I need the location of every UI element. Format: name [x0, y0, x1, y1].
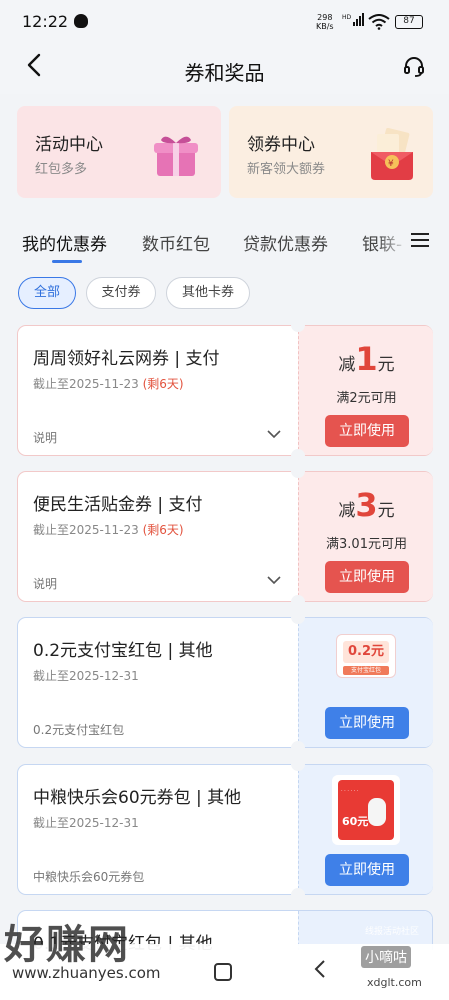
coupon-info: 中粮快乐会60元券包 | 其他 截止至2025-12-31 中粮快乐会60元券包 [18, 765, 297, 894]
alipay-red-packet-image: 0.2元 支付宝红包 [336, 634, 396, 678]
chevron-down-icon[interactable] [266, 426, 282, 442]
promo-title: 活动中心 [35, 135, 103, 155]
watermark-badge: 线报活动社区 小嘀咕 xdglt.com [355, 922, 449, 994]
use-now-button[interactable]: 立即使用 [325, 561, 409, 593]
ticket-notch [291, 888, 305, 895]
days-remaining: (剩6天) [142, 523, 184, 537]
filter-chip-all[interactable]: 全部 [18, 277, 76, 309]
ticket-notch [291, 595, 305, 602]
promo-title: 领券中心 [247, 135, 315, 155]
ticket-notch [291, 449, 305, 456]
use-now-button[interactable]: 立即使用 [325, 854, 409, 886]
watermark-small-text: 线报活动社区 [365, 927, 420, 937]
signal-icon: HD [342, 13, 366, 30]
days-remaining: (剩6天) [142, 377, 184, 391]
coupon-info: 周周领好礼云网券 | 支付 截止至2025-11-23 (剩6天) 说明 [18, 326, 297, 455]
filter-chip-other-cards[interactable]: 其他卡券 [166, 277, 250, 309]
activity-center-card[interactable]: 活动中心 红包多多 [17, 106, 221, 198]
coupon-value-panel: 0.2元 支付宝红包 立即使用 [298, 618, 433, 747]
watermark-url: www.zhuanyes.com [12, 964, 161, 982]
red-envelope-icon: ¥ [367, 127, 417, 182]
use-now-button[interactable]: 立即使用 [325, 415, 409, 447]
coupon-card[interactable]: 0.2元支付宝红包 | 其他 截止至2025-12-31 0.2元支付宝红包 0… [17, 617, 433, 748]
watermark-logo: 好赚网 www.zhuanyes.com [4, 912, 194, 996]
pack-fine-print: · · · · · · [341, 788, 359, 794]
coupon-pack-image: · · · · · · 60元 [332, 775, 400, 845]
watermark-domain: xdglt.com [367, 976, 422, 989]
coupon-value-panel: 减1元 满2元可用 立即使用 [298, 326, 433, 455]
page-title: 券和奖品 [184, 61, 265, 85]
use-now-button[interactable]: 立即使用 [325, 707, 409, 739]
tab-digital-currency-red-packets[interactable]: 数币红包 [142, 230, 210, 255]
coupon-info: 0.2元支付宝红包 | 其他 截止至2025-12-31 0.2元支付宝红包 [18, 618, 297, 747]
coupon-title: 中粮快乐会60元券包 | 其他 [33, 788, 242, 808]
promo-subtitle: 新客领大额券 [247, 162, 326, 177]
tab-my-coupons[interactable]: 我的优惠券 [22, 230, 107, 255]
coupon-card[interactable]: 中粮快乐会60元券包 | 其他 截止至2025-12-31 中粮快乐会60元券包… [17, 764, 433, 895]
chevron-down-icon[interactable] [266, 572, 282, 588]
gift-box-icon [151, 132, 201, 178]
battery-indicator: 87 [395, 15, 423, 29]
coupon-title: 便民生活贴金券 | 支付 [33, 495, 203, 515]
svg-text:¥: ¥ [388, 159, 394, 169]
active-tab-indicator [52, 260, 82, 263]
promo-subtitle: 红包多多 [35, 162, 88, 177]
coupon-description: 中粮快乐会60元券包 [33, 870, 145, 884]
coupon-description-toggle[interactable]: 说明 [33, 575, 57, 592]
coupon-expiry: 截止至2025-12-31 [33, 669, 139, 683]
coupon-center-card[interactable]: 领券中心 新客领大额券 ¥ [229, 106, 433, 198]
coupon-title: 周周领好礼云网券 | 支付 [33, 349, 220, 369]
tab-loan-coupons[interactable]: 贷款优惠券 [243, 230, 328, 255]
coupon-card[interactable]: 便民生活贴金券 | 支付 截止至2025-11-23 (剩6天) 说明 减3元 … [17, 471, 433, 602]
coupon-condition: 满2元可用 [336, 391, 397, 406]
coupon-expiry: 截止至2025-11-23 (剩6天) [33, 523, 184, 537]
nav-header: 券和奖品 [0, 44, 449, 94]
coupon-tabs: 我的优惠券 数币红包 贷款优惠券 银联- [0, 216, 449, 266]
image-value: 60元 [342, 815, 369, 828]
watermark-text: 好赚网 [4, 922, 130, 968]
coupon-value-panel: · · · · · · 60元 立即使用 [298, 765, 433, 894]
coupon-description: 0.2元支付宝红包 [33, 723, 125, 737]
customer-service-headset-icon[interactable] [403, 56, 425, 78]
image-caption: 支付宝红包 [343, 666, 389, 675]
qq-penguin-icon [74, 14, 88, 28]
status-time: 12:22 [22, 12, 69, 31]
menu-icon[interactable] [410, 230, 430, 250]
coupon-condition: 满3.01元可用 [326, 537, 407, 552]
coupon-card[interactable]: 周周领好礼云网券 | 支付 截止至2025-11-23 (剩6天) 说明 减1元… [17, 325, 433, 456]
coupon-title: 0.2元支付宝红包 | 其他 [33, 641, 213, 661]
pack-graphic [368, 798, 386, 826]
wifi-icon [368, 14, 390, 34]
tab-fade [378, 222, 408, 258]
coupon-expiry: 截止至2025-12-31 [33, 816, 139, 830]
coupon-value-panel: 减3元 满3.01元可用 立即使用 [298, 472, 433, 601]
svg-text:HD: HD [342, 14, 352, 21]
ticket-notch [291, 741, 305, 748]
coupon-expiry: 截止至2025-11-23 (剩6天) [33, 377, 184, 391]
watermark-brand: 小嘀咕 [361, 946, 411, 968]
filter-chip-payment[interactable]: 支付券 [86, 277, 156, 309]
coupon-description-toggle[interactable]: 说明 [33, 429, 57, 446]
home-square-icon[interactable] [214, 963, 232, 981]
image-value: 0.2元 [343, 641, 389, 663]
coupon-amount: 减3元 [338, 486, 395, 524]
network-speed: 298 KB/s [316, 13, 334, 31]
system-back-icon[interactable] [313, 958, 327, 986]
status-bar: 12:22 298 KB/s HD 87 [0, 0, 449, 44]
coupon-amount: 减1元 [338, 340, 395, 378]
coupon-info: 便民生活贴金券 | 支付 截止至2025-11-23 (剩6天) 说明 [18, 472, 297, 601]
